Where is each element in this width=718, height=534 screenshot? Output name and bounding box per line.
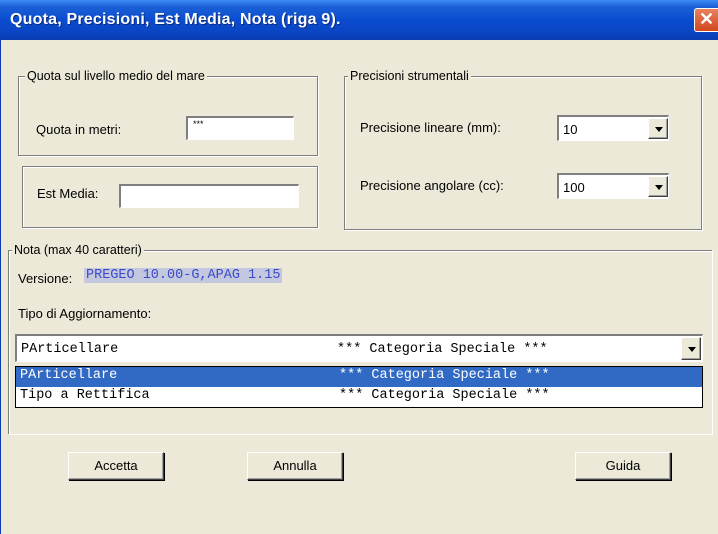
versione-label: Versione: — [18, 271, 73, 286]
precisione-lineare-dropdown-button[interactable] — [648, 118, 668, 139]
guida-button[interactable]: Guida — [575, 452, 671, 480]
nota-group-legend: Nota (max 40 caratteri) — [12, 243, 144, 257]
precisione-lineare-select[interactable]: 10 — [557, 115, 669, 141]
quota-label: Quota in metri: — [36, 122, 122, 137]
chevron-down-icon — [655, 127, 663, 132]
tipo-selected-name: PArticellare — [21, 342, 119, 357]
precisioni-group-legend: Precisioni strumentali — [348, 69, 471, 83]
quota-group-legend: Quota sul livello medio del mare — [25, 69, 207, 83]
tipo-selected-category: *** Categoria Speciale *** — [337, 342, 548, 357]
list-item[interactable]: PArticellare *** Categoria Speciale *** — [16, 367, 702, 387]
tipo-aggiornamento-label: Tipo di Aggiornamento: — [18, 306, 152, 321]
list-item[interactable]: Tipo a Rettifica *** Categoria Speciale … — [16, 387, 702, 407]
window-left-border — [0, 40, 5, 534]
precisione-angolare-value: 100 — [563, 180, 585, 195]
close-button[interactable]: ✕ — [694, 8, 718, 32]
window-title: Quota, Precisioni, Est Media, Nota (riga… — [10, 11, 341, 28]
tipo-aggiornamento-select[interactable]: PArticellare *** Categoria Speciale *** — [15, 334, 703, 362]
accetta-button[interactable]: Accetta — [68, 452, 164, 480]
tipo-aggiornamento-dropdown-button[interactable] — [681, 337, 701, 360]
close-icon: ✕ — [698, 9, 715, 29]
annulla-button[interactable]: Annulla — [247, 452, 343, 480]
precisione-lineare-label: Precisione lineare (mm): — [360, 120, 501, 135]
tipo-aggiornamento-dropdown-list: PArticellare *** Categoria Speciale *** … — [15, 366, 703, 408]
list-item-category: *** Categoria Speciale *** — [339, 368, 550, 383]
precisione-angolare-select[interactable]: 100 — [557, 173, 669, 199]
chevron-down-icon — [655, 185, 663, 190]
quota-input[interactable]: *** — [186, 116, 294, 140]
est-media-input[interactable] — [119, 184, 299, 208]
precisione-angolare-dropdown-button[interactable] — [648, 176, 668, 197]
precisione-lineare-value: 10 — [563, 122, 578, 137]
versione-value: PREGEO 10.00-G,APAG 1.15 — [84, 268, 283, 283]
precisione-angolare-label: Precisione angolare (cc): — [360, 178, 504, 193]
est-media-label: Est Media: — [37, 186, 99, 201]
chevron-down-icon — [688, 347, 696, 352]
precisioni-group: Precisioni strumentali — [344, 69, 702, 230]
list-item-category: *** Categoria Speciale *** — [339, 388, 550, 403]
list-item-name: PArticellare — [20, 368, 118, 383]
list-item-name: Tipo a Rettifica — [20, 388, 150, 403]
title-bar[interactable]: Quota, Precisioni, Est Media, Nota (riga… — [0, 0, 718, 40]
